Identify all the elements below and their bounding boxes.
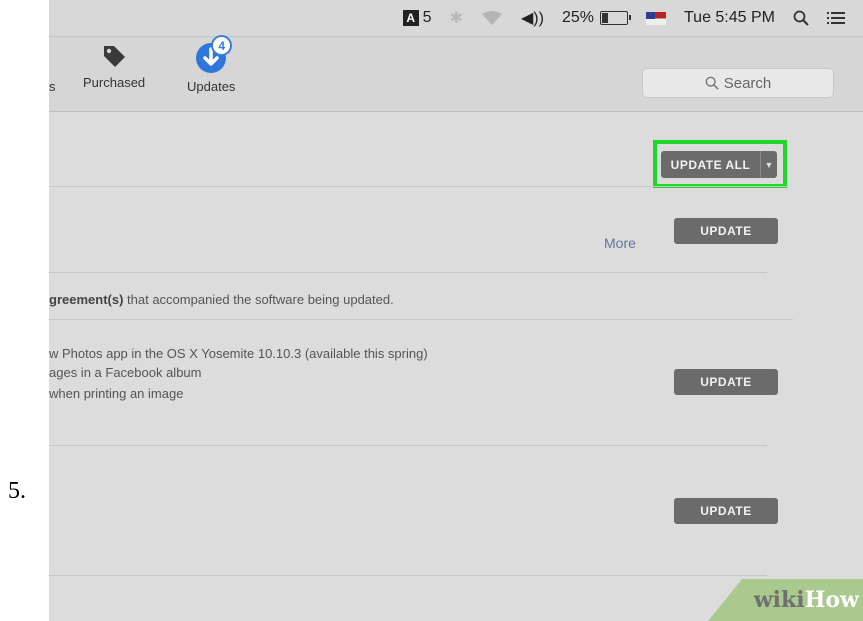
clock[interactable]: Tue 5:45 PM bbox=[684, 9, 775, 27]
watermark-part2: How bbox=[804, 587, 859, 613]
release-note-line: ages in a Facebook album bbox=[49, 365, 202, 380]
adobe-status-item[interactable]: A 5 bbox=[402, 9, 432, 27]
more-link[interactable]: More bbox=[604, 235, 636, 251]
adobe-icon: A bbox=[402, 10, 419, 26]
search-input[interactable]: Search bbox=[642, 68, 834, 98]
battery-percent: 25% bbox=[561, 9, 594, 26]
update-button[interactable]: UPDATE bbox=[674, 498, 778, 524]
battery-icon bbox=[599, 11, 631, 25]
volume-icon[interactable]: ◀)) bbox=[521, 8, 544, 28]
release-note-line: w Photos app in the OS X Yosemite 10.10.… bbox=[49, 346, 428, 361]
input-source-flag-icon[interactable] bbox=[645, 11, 666, 25]
license-rest: that accompanied the software being upda… bbox=[123, 292, 394, 307]
update-button[interactable]: UPDATE bbox=[674, 369, 778, 395]
license-agreement-text: greement(s) bbox=[49, 292, 124, 307]
search-placeholder: Search bbox=[723, 74, 772, 92]
divider bbox=[49, 445, 767, 446]
app-store-toolbar: s Purchased 4 Updates Search bbox=[49, 35, 863, 112]
tab-label: s bbox=[49, 79, 56, 94]
tab-label: Updates bbox=[187, 79, 236, 94]
wifi-icon[interactable] bbox=[481, 11, 503, 25]
watermark-part1: wiki bbox=[753, 587, 805, 613]
battery-status[interactable]: 25% bbox=[561, 9, 631, 27]
wikihow-watermark: wiki How bbox=[708, 579, 863, 621]
divider bbox=[49, 186, 789, 187]
adobe-count: 5 bbox=[422, 9, 432, 26]
step-number: 5. bbox=[8, 478, 26, 504]
search-icon bbox=[705, 76, 719, 90]
divider bbox=[49, 319, 793, 320]
bluetooth-icon[interactable]: ✱ bbox=[450, 8, 463, 28]
updates-badge: 4 bbox=[211, 35, 233, 56]
notification-center-icon[interactable] bbox=[827, 11, 845, 25]
update-all-dropdown-icon[interactable]: ▼ bbox=[760, 151, 777, 178]
update-all-button[interactable]: UPDATE ALL ▼ bbox=[661, 151, 777, 178]
app-store-screenshot: A 5 ✱ ◀)) 25% Tue 5:45 PM s Purchased 4 … bbox=[49, 0, 863, 621]
update-all-label: UPDATE ALL bbox=[670, 157, 751, 172]
tab-updates[interactable]: 4 Updates bbox=[187, 35, 236, 94]
tag-icon bbox=[104, 46, 126, 67]
menu-bar: A 5 ✱ ◀)) 25% Tue 5:45 PM bbox=[49, 0, 863, 37]
license-text: greement(s) that accompanied the softwar… bbox=[49, 292, 394, 307]
spotlight-search-icon[interactable] bbox=[793, 10, 809, 26]
update-button[interactable]: UPDATE bbox=[674, 218, 778, 244]
tab-label: Purchased bbox=[83, 75, 146, 90]
divider bbox=[49, 272, 767, 273]
release-note-line: when printing an image bbox=[49, 386, 184, 401]
tab-cropped[interactable]: s bbox=[49, 79, 56, 94]
divider bbox=[49, 575, 767, 576]
download-icon: 4 bbox=[194, 35, 233, 75]
tab-purchased[interactable]: Purchased bbox=[83, 43, 145, 90]
